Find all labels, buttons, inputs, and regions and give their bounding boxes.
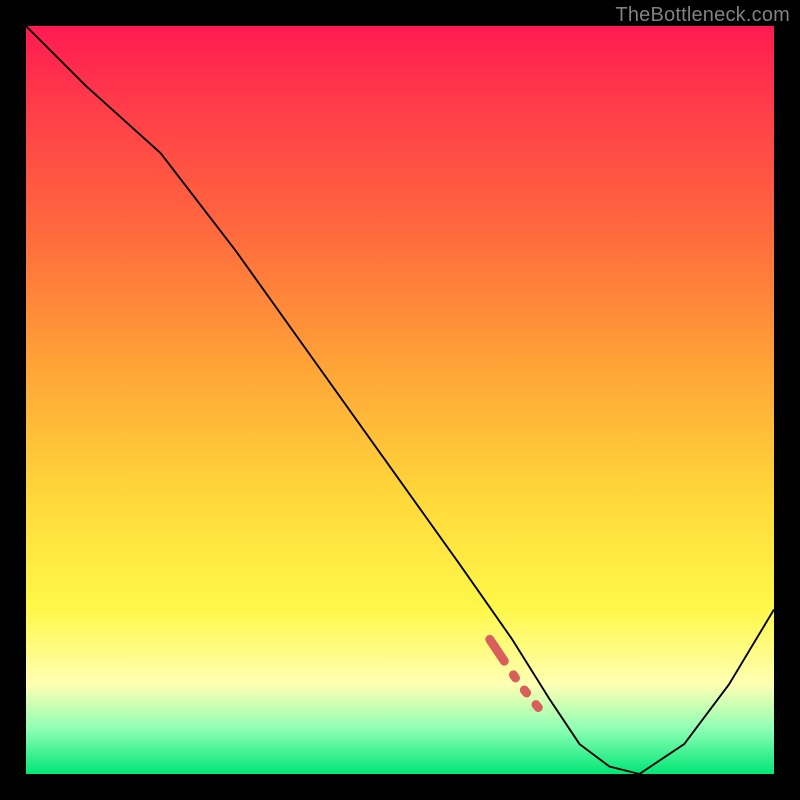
curve-layer	[26, 26, 774, 774]
optimal-highlight	[490, 639, 640, 774]
bottleneck-curve	[26, 26, 774, 774]
chart-frame: TheBottleneck.com	[0, 0, 800, 800]
plot-area	[26, 26, 774, 774]
watermark: TheBottleneck.com	[615, 4, 790, 27]
